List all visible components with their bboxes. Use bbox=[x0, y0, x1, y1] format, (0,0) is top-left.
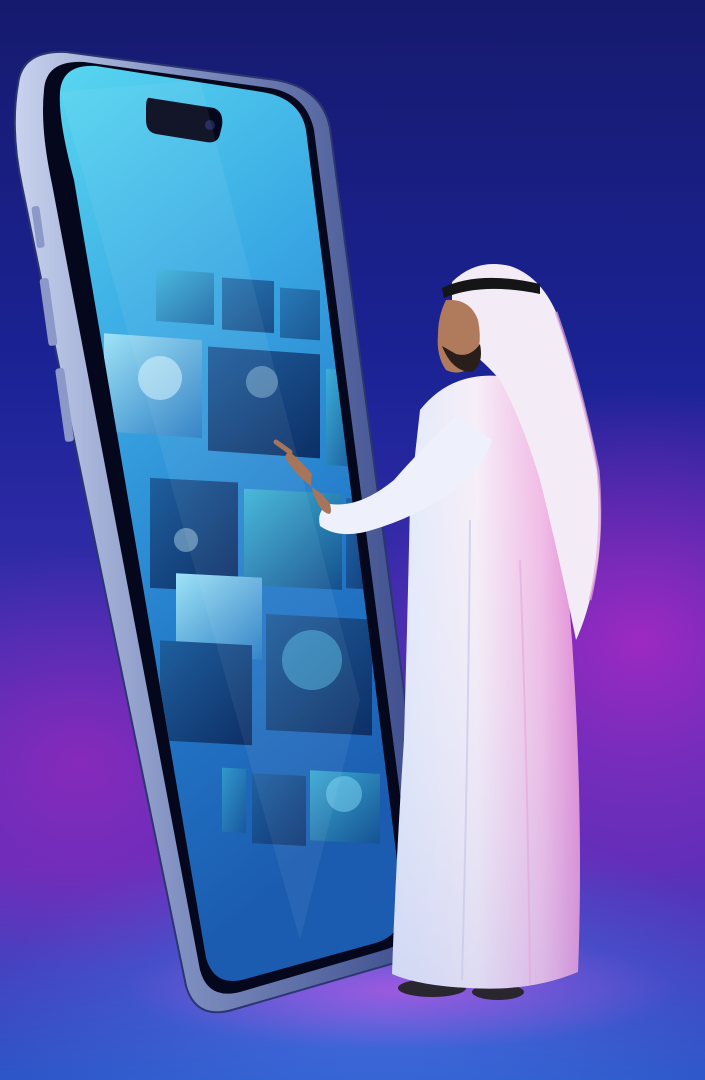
media-thumbnail bbox=[280, 287, 320, 341]
illustration bbox=[13, 50, 602, 1014]
media-thumbnail bbox=[222, 767, 246, 833]
